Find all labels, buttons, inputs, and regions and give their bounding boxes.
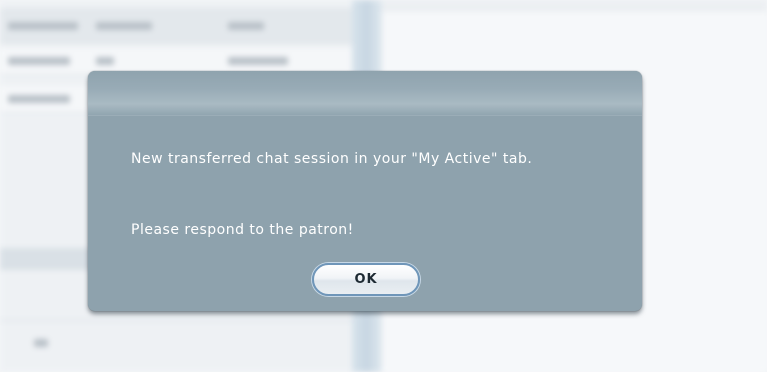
- app-window: New transferred chat session in your "My…: [0, 0, 767, 372]
- chat-input-area: [0, 320, 352, 365]
- dialog-gloss-header: [88, 71, 642, 115]
- dialog-divider: [88, 115, 642, 116]
- conversation-header: [382, 0, 767, 12]
- dialog-prompt: Please respond to the patron!: [131, 222, 354, 238]
- dialog-message: New transferred chat session in your "My…: [131, 151, 533, 167]
- transfer-notification-dialog: New transferred chat session in your "My…: [88, 71, 642, 311]
- ok-button[interactable]: OK: [312, 263, 420, 296]
- chat-list-header: [0, 8, 352, 44]
